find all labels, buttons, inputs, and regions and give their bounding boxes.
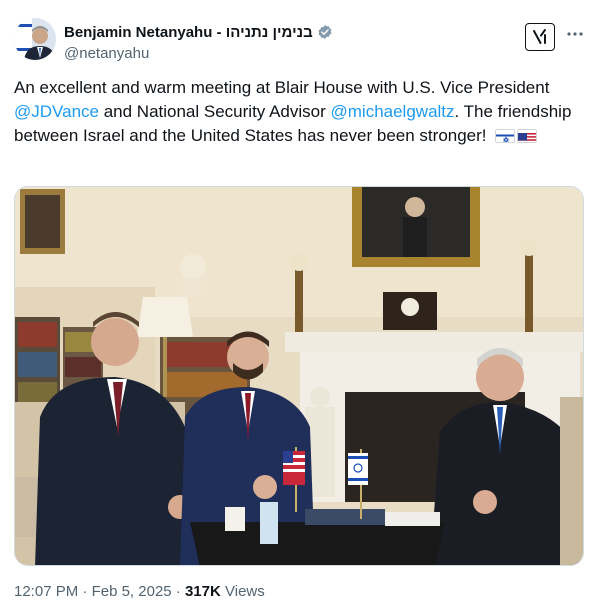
avatar-image xyxy=(14,18,56,60)
mention-jdvance-link[interactable]: @JDVance xyxy=(14,102,99,121)
tweet: Benjamin Netanyahu - בנימין נתניהו @neta… xyxy=(0,0,600,615)
tweet-date-link[interactable]: Feb 5, 2025 xyxy=(92,583,172,600)
avatar[interactable] xyxy=(14,18,56,60)
mention-michaelgwaltz-link[interactable]: @michaelgwaltz xyxy=(331,102,455,121)
tweet-photo[interactable] xyxy=(14,186,584,566)
us-flag-icon xyxy=(517,129,538,143)
tweet-text: An excellent and warm meeting at Blair H… xyxy=(14,76,584,148)
grok-x-icon[interactable] xyxy=(525,23,555,51)
tweet-meta: 12:07 PM · Feb 5, 2025 · 317K Views xyxy=(14,583,265,600)
verified-badge-icon[interactable] xyxy=(317,24,333,40)
more-dots-icon[interactable] xyxy=(566,25,584,43)
views-label: Views xyxy=(225,583,265,600)
meta-separator: · xyxy=(82,583,88,600)
meta-separator-2: · xyxy=(175,583,181,600)
tweet-time-link[interactable]: 12:07 PM xyxy=(14,583,78,600)
israel-flag-icon xyxy=(495,129,516,143)
tweet-text-part2: and National Security Advisor xyxy=(98,102,331,121)
author-block: Benjamin Netanyahu - בנימין נתניהו @neta… xyxy=(64,22,484,62)
tweet-text-part1: An excellent and warm meeting at Blair H… xyxy=(14,78,550,97)
author-handle[interactable]: @netanyahu xyxy=(64,45,484,62)
meeting-photo-image xyxy=(15,187,583,565)
author-display-name[interactable]: Benjamin Netanyahu - בנימין נתניהו xyxy=(64,24,313,41)
views-count[interactable]: 317K xyxy=(185,583,221,600)
